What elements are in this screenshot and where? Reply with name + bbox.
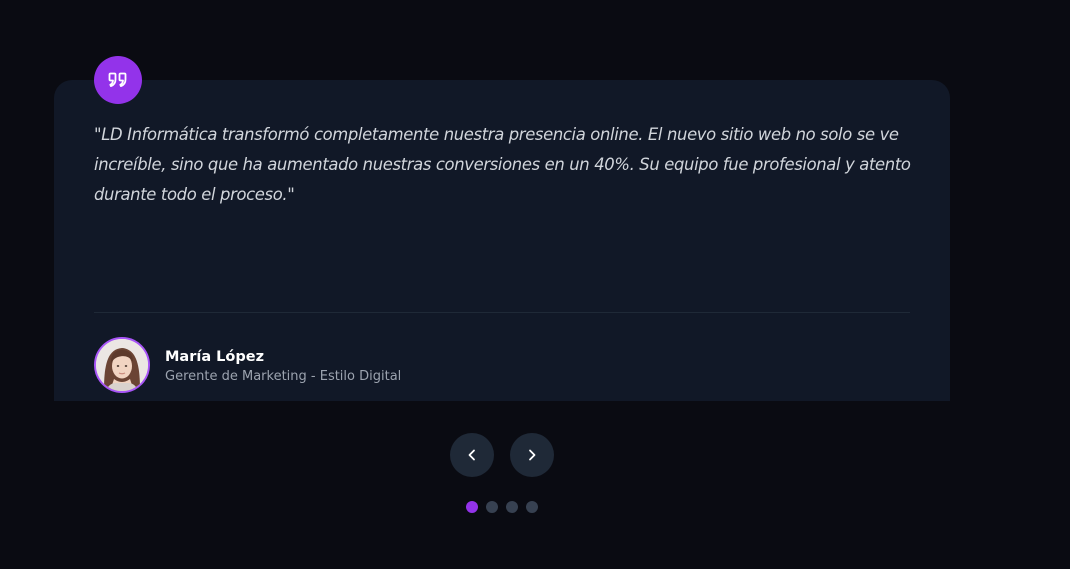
testimonial-card: "LD Informática transformó completamente… (54, 80, 950, 401)
pagination-dot-4[interactable] (526, 501, 538, 513)
pagination-dot-1[interactable] (466, 501, 478, 513)
avatar-photo (96, 339, 148, 391)
chevron-right-icon (529, 449, 536, 461)
author-name: María López (165, 348, 265, 365)
author-avatar (94, 337, 150, 393)
quote-icon (108, 72, 127, 87)
quote-badge (94, 56, 142, 104)
next-button[interactable] (510, 433, 554, 477)
author-info: María López Gerente de Marketing - Estil… (165, 345, 401, 386)
testimonial-author: María López Gerente de Marketing - Estil… (94, 337, 401, 393)
chevron-left-icon (468, 449, 475, 461)
testimonials-section: "LD Informática transformó completamente… (0, 0, 1070, 569)
testimonial-quote: "LD Informática transformó completamente… (94, 125, 911, 204)
pagination-dot-2[interactable] (486, 501, 498, 513)
pagination-dot-3[interactable] (506, 501, 518, 513)
author-role: Gerente de Marketing - Estilo Digital (165, 368, 402, 384)
previous-button[interactable] (450, 433, 494, 477)
pagination-dots (466, 501, 538, 513)
divider (94, 312, 910, 313)
